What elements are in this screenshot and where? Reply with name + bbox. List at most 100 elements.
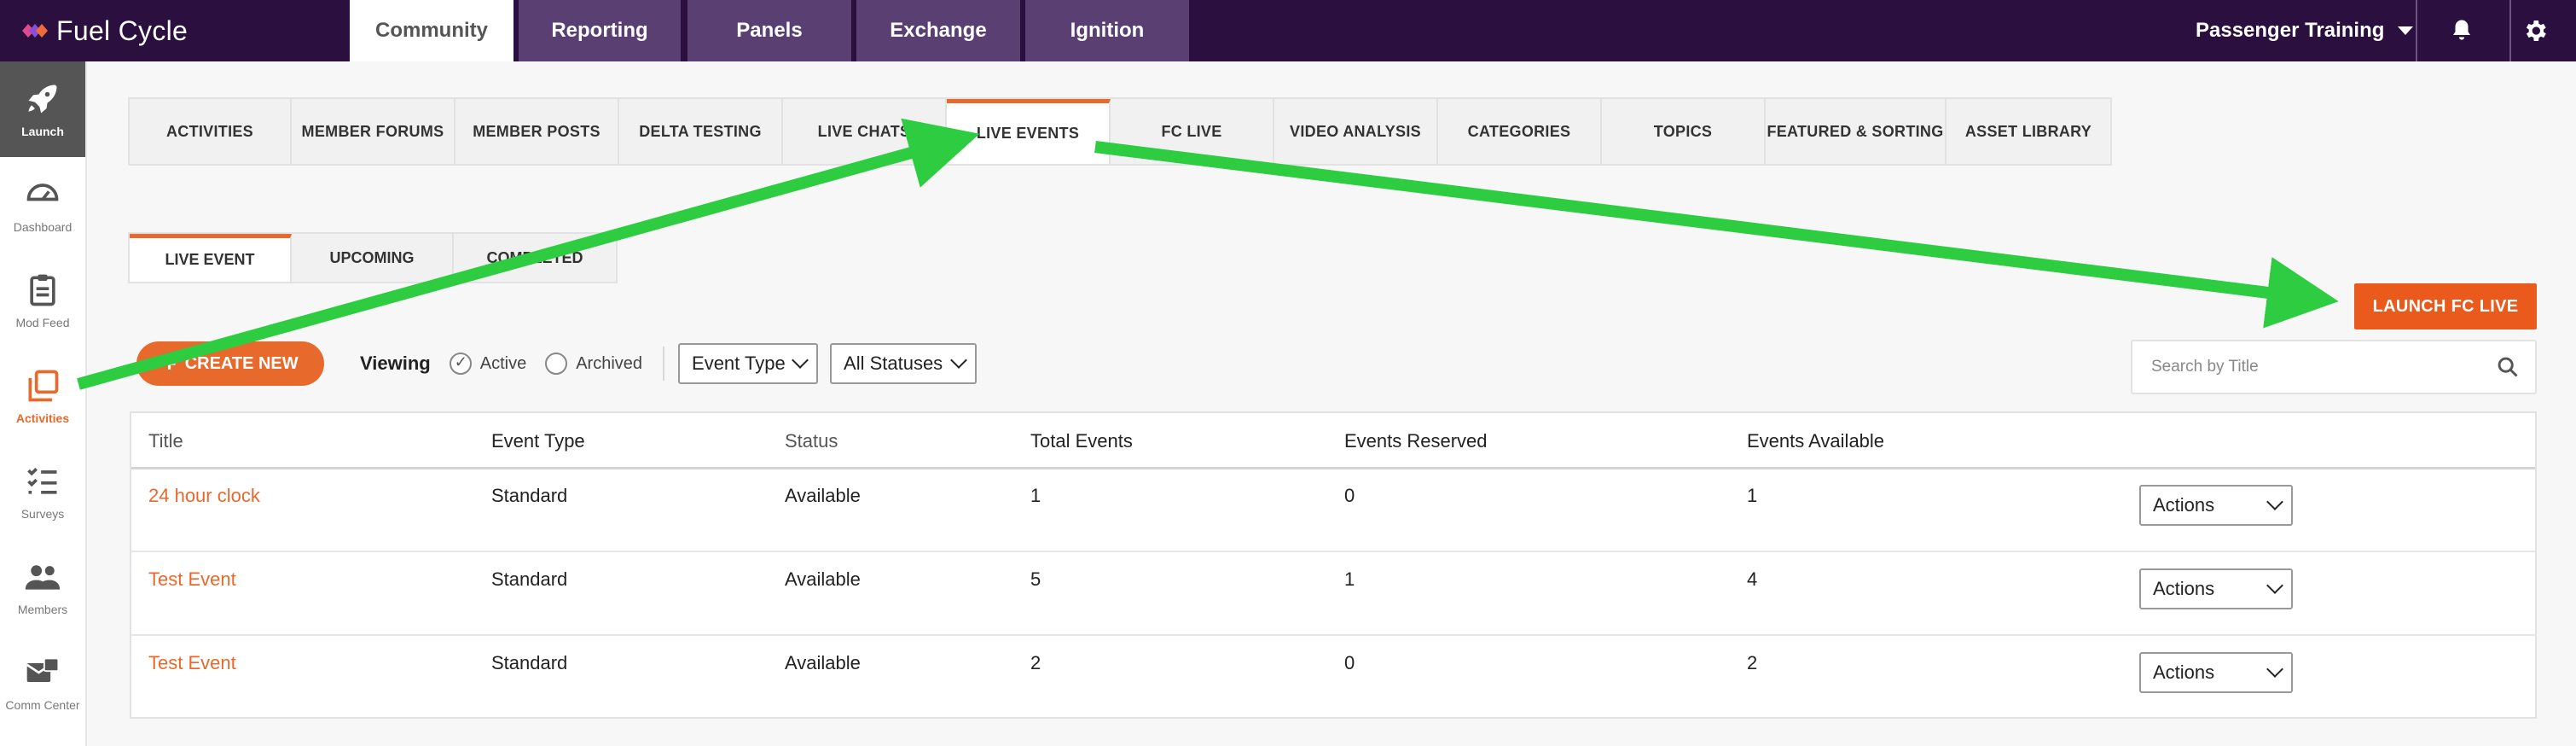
tab-live-events[interactable]: LIVE EVENTS	[947, 99, 1111, 164]
event-status: Available	[785, 652, 861, 673]
events-available: 4	[1747, 568, 1758, 590]
event-status: Available	[785, 485, 861, 506]
chevron-down-icon	[792, 352, 809, 369]
tab-delta-testing[interactable]: DELTA TESTING	[619, 99, 783, 164]
select-value: Actions	[2153, 661, 2215, 683]
header-total-events: Total Events	[1030, 430, 1133, 452]
radio-label: Active	[479, 353, 527, 373]
tab-activities[interactable]: ACTIVITIES	[130, 99, 292, 164]
event-type: Standard	[491, 485, 568, 506]
table-row: 24 hour clock Standard Available 1 0 1 A…	[131, 469, 2535, 552]
events-reserved: 0	[1344, 652, 1355, 673]
header-title: Title	[148, 430, 183, 452]
select-value: All Statuses	[844, 353, 943, 374]
table-row: Test Event Standard Available 5 1 4 Acti…	[131, 553, 2535, 636]
top-tab-reporting[interactable]: Reporting	[519, 0, 681, 61]
create-new-button[interactable]: + CREATE NEW	[136, 341, 324, 386]
chevron-down-icon	[950, 352, 967, 369]
rocket-icon	[28, 85, 57, 114]
account-menu[interactable]: Passenger Training	[2196, 0, 2414, 61]
event-title-link[interactable]: Test Event	[148, 568, 236, 591]
events-table: Title Event Type Status Total Events Eve…	[130, 411, 2537, 719]
tab-categories[interactable]: CATEGORIES	[1438, 99, 1602, 164]
divider	[663, 347, 665, 381]
gear-icon[interactable]	[2520, 15, 2550, 46]
sidebar-item-label: Mod Feed	[15, 316, 70, 329]
header-status: Status	[785, 430, 838, 452]
top-tab-ignition[interactable]: Ignition	[1025, 0, 1189, 61]
bell-icon[interactable]	[2446, 15, 2477, 46]
sidebar-item-mod-feed[interactable]: Mod Feed	[0, 253, 85, 348]
sidebar-item-label: Comm Center	[5, 698, 80, 712]
radio-unchecked-icon	[545, 353, 568, 375]
event-type-select[interactable]: Event Type	[678, 343, 819, 384]
chevron-down-icon	[2266, 577, 2283, 594]
tab-asset-library[interactable]: ASSET LIBRARY	[1947, 99, 2110, 164]
sidebar-item-label: Launch	[21, 125, 64, 138]
sidebar-item-label: Dashboard	[13, 220, 73, 234]
actions-select[interactable]: Actions	[2139, 485, 2293, 526]
sidebar-item-comm-center[interactable]: Comm Center	[0, 635, 85, 731]
sidebar: Launch Dashboard Mod Feed Activities Sur…	[0, 61, 87, 746]
radio-label: Archived	[576, 353, 643, 373]
top-tab-panels[interactable]: Panels	[688, 0, 851, 61]
select-value: Actions	[2153, 578, 2215, 599]
chevron-down-icon	[2266, 493, 2283, 510]
filter-toolbar: + CREATE NEW Viewing Active Archived Eve…	[136, 336, 978, 391]
event-type: Standard	[491, 652, 568, 673]
caret-down-icon	[2398, 26, 2414, 35]
tab-video-analysis[interactable]: VIDEO ANALYSIS	[1274, 99, 1438, 164]
logo-mark-icon	[22, 24, 48, 38]
search-icon[interactable]	[2496, 355, 2520, 379]
tab-topics[interactable]: TOPICS	[1602, 99, 1766, 164]
tab-live-chats[interactable]: LIVE CHATS	[783, 99, 947, 164]
events-reserved: 1	[1344, 568, 1355, 590]
search-input[interactable]	[2151, 358, 2496, 376]
sidebar-item-launch[interactable]: Launch	[0, 61, 85, 157]
sidebar-item-surveys[interactable]: Surveys	[0, 444, 85, 539]
event-status-tabs: LIVE EVENT UPCOMING COMPLETED	[128, 232, 618, 283]
sidebar-item-activities[interactable]: Activities	[0, 348, 85, 444]
actions-select[interactable]: Actions	[2139, 568, 2293, 609]
logo[interactable]: Fuel Cycle	[20, 12, 188, 50]
search-box	[2131, 340, 2537, 394]
plus-icon: +	[162, 350, 177, 376]
sidebar-item-label: Members	[17, 603, 68, 616]
actions-select[interactable]: Actions	[2139, 652, 2293, 693]
events-reserved: 0	[1344, 485, 1355, 506]
tab-member-posts[interactable]: MEMBER POSTS	[455, 99, 619, 164]
header-event-type: Event Type	[491, 430, 585, 452]
top-tab-exchange[interactable]: Exchange	[856, 0, 1020, 61]
top-bar: Fuel Cycle Community Reporting Panels Ex…	[0, 0, 2576, 61]
header-events-available: Events Available	[1747, 430, 1885, 452]
radio-archived[interactable]: Archived	[545, 353, 642, 375]
table-row: Test Event Standard Available 2 0 2 Acti…	[131, 637, 2535, 720]
divider	[2509, 0, 2511, 61]
tab-featured-sorting[interactable]: FEATURED & SORTING	[1766, 99, 1947, 164]
tab-live-event[interactable]: LIVE EVENT	[130, 234, 292, 282]
main-content: ACTIVITIES MEMBER FORUMS MEMBER POSTS DE…	[109, 77, 2576, 746]
events-available: 1	[1747, 485, 1758, 506]
divider	[2416, 0, 2417, 61]
tab-upcoming[interactable]: UPCOMING	[292, 234, 454, 282]
events-available: 2	[1747, 652, 1758, 673]
total-events: 1	[1030, 485, 1041, 506]
sidebar-item-dashboard[interactable]: Dashboard	[0, 157, 85, 253]
launch-fc-live-button[interactable]: LAUNCH FC LIVE	[2354, 283, 2537, 329]
checklist-icon	[27, 468, 57, 494]
tab-member-forums[interactable]: MEMBER FORUMS	[292, 99, 455, 164]
status-select[interactable]: All Statuses	[830, 343, 978, 384]
mail-icon	[26, 657, 60, 682]
radio-active[interactable]: Active	[449, 353, 527, 375]
event-title-link[interactable]: Test Event	[148, 652, 236, 674]
event-title-link[interactable]: 24 hour clock	[148, 485, 260, 507]
tab-fc-live[interactable]: FC LIVE	[1111, 99, 1274, 164]
app-window: Fuel Cycle Community Reporting Panels Ex…	[0, 0, 2576, 746]
activity-subnav: ACTIVITIES MEMBER FORUMS MEMBER POSTS DE…	[128, 97, 2112, 166]
top-tab-community[interactable]: Community	[350, 0, 513, 61]
create-new-label: CREATE NEW	[184, 353, 299, 373]
radio-checked-icon	[449, 353, 472, 375]
tab-completed[interactable]: COMPLETED	[454, 234, 616, 282]
brand-name: Fuel Cycle	[56, 15, 189, 46]
sidebar-item-members[interactable]: Members	[0, 539, 85, 635]
